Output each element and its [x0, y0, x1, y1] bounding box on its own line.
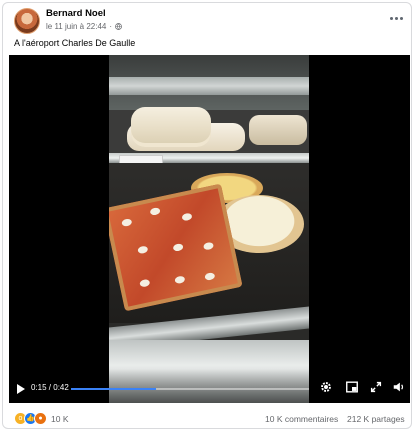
shares-count[interactable]: 212 K partages [347, 414, 405, 424]
miniplayer-icon[interactable] [345, 380, 359, 394]
video-time: 0:15 / 0:42 [31, 383, 69, 392]
play-icon[interactable] [17, 384, 25, 394]
post-meta: le 11 juin à 22:44 · [46, 22, 122, 31]
volume-icon[interactable] [392, 380, 406, 394]
more-options-icon[interactable] [388, 12, 404, 24]
video-frame[interactable] [109, 55, 309, 403]
post-footer: o 👍 ● 10 K 10 K commentaires 212 K parta… [3, 405, 411, 429]
comments-count[interactable]: 10 K commentaires [265, 414, 338, 424]
angry-reaction-icon: ● [34, 412, 47, 425]
progress-fill [71, 388, 156, 390]
video-player[interactable]: 0:15 / 0:42 [9, 55, 410, 403]
author-name[interactable]: Bernard Noel [46, 8, 106, 19]
meta-separator: · [109, 22, 113, 31]
fullscreen-icon[interactable] [369, 380, 383, 394]
reactions-count: 10 K [51, 413, 69, 424]
post-card: Bernard Noel le 11 juin à 22:44 · A l'aé… [2, 2, 412, 429]
avatar[interactable] [14, 8, 40, 34]
video-controls: 0:15 / 0:42 [9, 369, 410, 403]
reactions-summary[interactable]: o 👍 ● 10 K [14, 412, 69, 425]
gear-icon[interactable] [319, 380, 333, 394]
post-date[interactable]: le 11 juin à 22:44 [46, 22, 106, 31]
post-caption: A l'aéroport Charles De Gaulle [14, 38, 136, 48]
globe-icon [115, 23, 122, 30]
progress-bar[interactable] [71, 388, 309, 390]
